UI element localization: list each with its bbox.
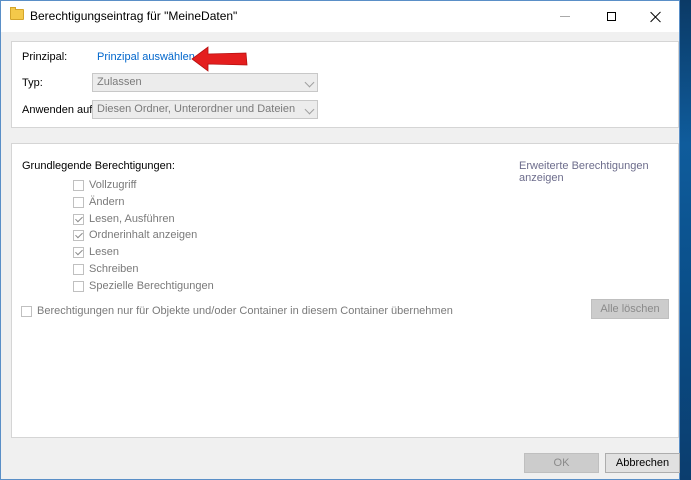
permission-row[interactable]: Ändern <box>73 195 124 209</box>
chevron-down-icon <box>304 104 315 115</box>
clear-all-button[interactable]: Alle löschen <box>591 299 669 319</box>
permission-checkbox[interactable] <box>73 246 84 258</box>
apply-to-value: Diesen Ordner, Unterordner und Dateien <box>97 103 296 115</box>
permission-row[interactable]: Ordnerinhalt anzeigen <box>73 228 197 242</box>
permission-checkbox[interactable] <box>73 263 84 275</box>
permission-label: Ordnerinhalt anzeigen <box>89 229 198 241</box>
basic-permissions-heading: Grundlegende Berechtigungen: <box>22 160 175 172</box>
advanced-permissions-link[interactable]: Erweiterte Berechtigungen anzeigen <box>519 160 679 184</box>
principal-label: Prinzipal: <box>22 51 68 63</box>
permission-label: Schreiben <box>89 263 139 275</box>
permission-label: Spezielle Berechtigungen <box>89 280 214 292</box>
permission-row[interactable]: Vollzugriff <box>73 178 137 192</box>
type-label: Typ: <box>22 77 43 89</box>
type-dropdown[interactable]: Zulassen <box>92 73 318 92</box>
minimize-icon <box>560 16 570 17</box>
minimize-button[interactable] <box>542 1 588 32</box>
select-principal-link[interactable]: Prinzipal auswählen <box>97 51 195 63</box>
permission-checkbox[interactable] <box>73 213 84 225</box>
permission-label: Lesen, Ausführen <box>89 213 175 225</box>
apply-to-dropdown[interactable]: Diesen Ordner, Unterordner und Dateien <box>92 100 318 119</box>
apply-to-label: Anwenden auf: <box>22 104 96 116</box>
permission-label: Ändern <box>89 196 125 208</box>
folder-icon <box>10 7 24 20</box>
permission-label: Vollzugriff <box>89 179 137 191</box>
close-button[interactable] <box>633 1 679 32</box>
cancel-button[interactable]: Abbrechen <box>605 453 680 473</box>
inherit-checkbox-row[interactable]: Berechtigungen nur für Objekte und/oder … <box>21 304 453 318</box>
chevron-down-icon <box>304 77 315 88</box>
permission-label: Lesen <box>89 246 119 258</box>
desktop-background <box>680 0 691 480</box>
permission-checkbox[interactable] <box>73 280 84 292</box>
type-value: Zulassen <box>97 76 142 88</box>
permission-checkbox[interactable] <box>73 179 84 191</box>
permission-row[interactable]: Lesen <box>73 245 119 259</box>
window-title: Berechtigungseintrag für "MeineDaten" <box>30 9 238 23</box>
permission-checkbox[interactable] <box>73 196 84 208</box>
permission-entry-dialog: Berechtigungseintrag für "MeineDaten" Pr… <box>0 0 680 480</box>
red-arrow-icon <box>191 46 248 72</box>
inherit-checkbox[interactable] <box>21 305 32 317</box>
maximize-button[interactable] <box>588 1 634 32</box>
permission-row[interactable]: Lesen, Ausführen <box>73 212 175 226</box>
permission-checkbox[interactable] <box>73 229 84 241</box>
permission-row[interactable]: Spezielle Berechtigungen <box>73 279 214 293</box>
ok-button[interactable]: OK <box>524 453 599 473</box>
maximize-icon <box>606 12 616 21</box>
title-bar[interactable]: Berechtigungseintrag für "MeineDaten" <box>1 1 679 32</box>
permission-row[interactable]: Schreiben <box>73 262 139 276</box>
close-icon <box>650 11 662 23</box>
inherit-checkbox-label: Berechtigungen nur für Objekte und/oder … <box>37 305 453 317</box>
